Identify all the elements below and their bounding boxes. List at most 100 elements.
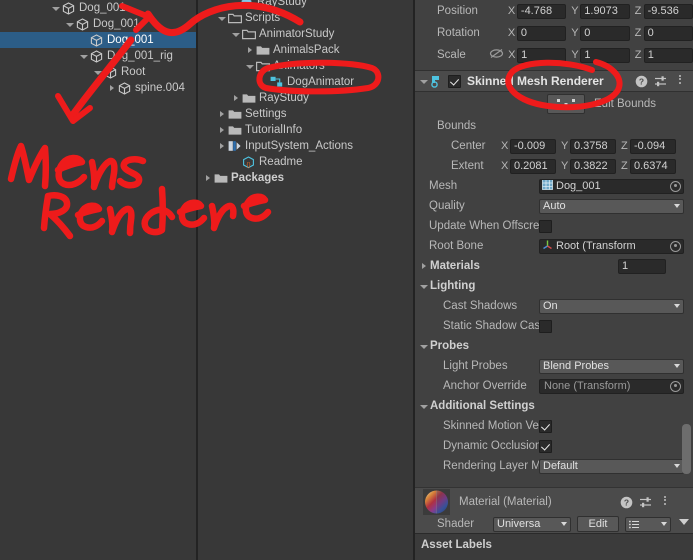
foldout-open-icon[interactable] bbox=[230, 26, 242, 42]
foldout-closed-icon[interactable] bbox=[202, 170, 214, 186]
materials-count-field[interactable]: 1 bbox=[618, 258, 666, 274]
edit-bounds-button[interactable] bbox=[547, 94, 585, 114]
static-shadow-row[interactable]: Static Shadow Cas bbox=[415, 316, 693, 336]
help-icon[interactable]: ? bbox=[635, 75, 648, 88]
hierarchy-item-row[interactable]: spine.004 bbox=[0, 80, 196, 96]
rotation-y-field[interactable]: 0 bbox=[580, 25, 630, 41]
scale-y-field[interactable]: 1 bbox=[580, 47, 630, 63]
extent-x-field[interactable]: 0.2081 bbox=[510, 158, 556, 174]
skinned-motion-row[interactable]: Skinned Motion Ve bbox=[415, 416, 693, 436]
inspector-scroll-down-arrow[interactable] bbox=[679, 519, 689, 525]
hierarchy-panel[interactable]: Dog_001 Dog_001 Dog_001 Dog_001_rig Root spin… bbox=[0, 0, 196, 560]
cast-shadows-row[interactable]: Cast Shadows On bbox=[415, 296, 693, 316]
project-item-row[interactable]: {} Readme bbox=[198, 154, 413, 170]
shader-options-dropdown[interactable] bbox=[625, 516, 671, 532]
hierarchy-item-row[interactable]: Dog_001 bbox=[0, 16, 196, 32]
material-header-row[interactable]: Material (Material) ? bbox=[415, 488, 693, 516]
mesh-object-field[interactable]: Dog_001 bbox=[539, 178, 684, 194]
project-item-row[interactable]: RayStudy bbox=[198, 90, 413, 106]
material-preset-icon[interactable] bbox=[639, 496, 652, 509]
foldout-closed-icon[interactable] bbox=[216, 122, 228, 138]
light-probes-row[interactable]: Light Probes Blend Probes bbox=[415, 356, 693, 376]
extent-y-field[interactable]: 0.3822 bbox=[570, 158, 616, 174]
hierarchy-tree[interactable]: Dog_001 Dog_001 Dog_001 Dog_001_rig Root spin… bbox=[0, 0, 196, 96]
inspector-scrollbar-thumb[interactable] bbox=[682, 424, 691, 474]
position-z-field[interactable]: -9.536 bbox=[643, 3, 693, 19]
additional-settings-section-row[interactable]: Additional Settings bbox=[415, 396, 693, 416]
hierarchy-item-row[interactable]: Dog_001_rig bbox=[0, 48, 196, 64]
anchor-override-picker-icon[interactable] bbox=[670, 380, 681, 392]
project-item-row[interactable]: Settings bbox=[198, 106, 413, 122]
transform-rotation-row[interactable]: Rotation X 0 Y 0 Z 0 bbox=[415, 22, 693, 44]
rendering-layer-dropdown[interactable]: Default bbox=[539, 458, 684, 474]
project-item-row[interactable]: AnimalsPack bbox=[198, 42, 413, 58]
dynamic-occlusion-row[interactable]: Dynamic Occlusion bbox=[415, 436, 693, 456]
scale-z-field[interactable]: 1 bbox=[643, 47, 693, 63]
mesh-picker-icon[interactable] bbox=[670, 180, 681, 192]
project-item-row[interactable]: Packages bbox=[198, 170, 413, 186]
edit-bounds-row[interactable]: Edit Bounds bbox=[415, 92, 693, 116]
transform-scale-row[interactable]: Scale X 1 Y 1 Z 1 bbox=[415, 44, 693, 66]
hierarchy-item-row[interactable]: Dog_001 bbox=[0, 32, 196, 48]
foldout-open-icon[interactable] bbox=[50, 0, 62, 16]
inspector-panel[interactable]: Position X -4.768 Y 1.9073 Z -9.536 Rota… bbox=[415, 0, 693, 560]
foldout-open-icon[interactable] bbox=[244, 58, 256, 74]
rotation-z-field[interactable]: 0 bbox=[643, 25, 693, 41]
anchor-override-row[interactable]: Anchor Override None (Transform) bbox=[415, 376, 693, 396]
cast-shadows-dropdown[interactable]: On bbox=[539, 298, 684, 314]
foldout-closed-icon[interactable] bbox=[106, 80, 118, 96]
shader-edit-button[interactable]: Edit bbox=[577, 516, 619, 532]
bounds-extent-row[interactable]: Extent X 0.2081 Y 0.3822 Z 0.6374 bbox=[415, 156, 693, 176]
project-item-row[interactable]: Scripts bbox=[198, 10, 413, 26]
center-z-field[interactable]: -0.094 bbox=[630, 138, 676, 154]
materials-row[interactable]: Materials 1 bbox=[415, 256, 693, 276]
project-item-row[interactable]: RayStudy bbox=[198, 0, 413, 10]
component-foldout-icon[interactable] bbox=[418, 75, 430, 87]
mesh-row[interactable]: Mesh Dog_001 bbox=[415, 176, 693, 196]
hierarchy-item-row[interactable]: Root bbox=[0, 64, 196, 80]
foldout-closed-icon[interactable] bbox=[244, 42, 256, 58]
additional-settings-foldout-icon[interactable] bbox=[418, 400, 430, 412]
probes-section-row[interactable]: Probes bbox=[415, 336, 693, 356]
update-offscreen-row[interactable]: Update When Offscre bbox=[415, 216, 693, 236]
material-menu-icon[interactable] bbox=[658, 495, 671, 509]
project-item-row[interactable]: InputSystem_Actions bbox=[198, 138, 413, 154]
probes-foldout-icon[interactable] bbox=[418, 340, 430, 352]
update-offscreen-checkbox[interactable] bbox=[539, 219, 552, 233]
project-item-row[interactable]: TutorialInfo bbox=[198, 122, 413, 138]
foldout-open-icon[interactable] bbox=[78, 48, 90, 64]
project-item-row[interactable]: DogAnimator bbox=[198, 74, 413, 90]
anchor-override-object-field[interactable]: None (Transform) bbox=[539, 378, 684, 394]
shader-row[interactable]: Shader Universa Edit bbox=[415, 516, 693, 532]
extent-z-field[interactable]: 0.6374 bbox=[630, 158, 676, 174]
component-enabled-checkbox[interactable] bbox=[448, 74, 461, 88]
lighting-foldout-icon[interactable] bbox=[418, 280, 430, 292]
scale-x-field[interactable]: 1 bbox=[517, 47, 567, 63]
project-item-row[interactable]: Animators bbox=[198, 58, 413, 74]
position-y-field[interactable]: 1.9073 bbox=[580, 3, 630, 19]
dynamic-occlusion-checkbox[interactable] bbox=[539, 439, 552, 453]
foldout-open-icon[interactable] bbox=[92, 64, 104, 80]
foldout-closed-icon[interactable] bbox=[216, 138, 228, 154]
root-bone-row[interactable]: Root Bone Root (Transform bbox=[415, 236, 693, 256]
project-tree[interactable]: RayStudy Scripts AnimatorStudy AnimalsPack A… bbox=[198, 0, 413, 186]
hierarchy-item-row[interactable]: Dog_001 bbox=[0, 0, 196, 16]
root-bone-picker-icon[interactable] bbox=[670, 240, 681, 252]
center-y-field[interactable]: 0.3758 bbox=[570, 138, 616, 154]
center-x-field[interactable]: -0.009 bbox=[510, 138, 556, 154]
foldout-closed-icon[interactable] bbox=[216, 106, 228, 122]
quality-dropdown[interactable]: Auto bbox=[539, 198, 684, 214]
materials-foldout-icon[interactable] bbox=[418, 260, 430, 272]
lighting-section-row[interactable]: Lighting bbox=[415, 276, 693, 296]
quality-row[interactable]: Quality Auto bbox=[415, 196, 693, 216]
rendering-layer-row[interactable]: Rendering Layer M Default bbox=[415, 456, 693, 476]
foldout-closed-icon[interactable] bbox=[230, 90, 242, 106]
skinned-motion-checkbox[interactable] bbox=[539, 419, 552, 433]
root-bone-object-field[interactable]: Root (Transform bbox=[539, 238, 684, 254]
component-menu-icon[interactable] bbox=[673, 74, 686, 88]
material-preview-block[interactable]: Material (Material) ? Shader Universa Ed… bbox=[415, 487, 693, 533]
rotation-x-field[interactable]: 0 bbox=[516, 25, 567, 41]
static-shadow-checkbox[interactable] bbox=[539, 319, 552, 333]
preset-icon[interactable] bbox=[654, 75, 667, 88]
shader-dropdown[interactable]: Universa bbox=[493, 516, 571, 532]
